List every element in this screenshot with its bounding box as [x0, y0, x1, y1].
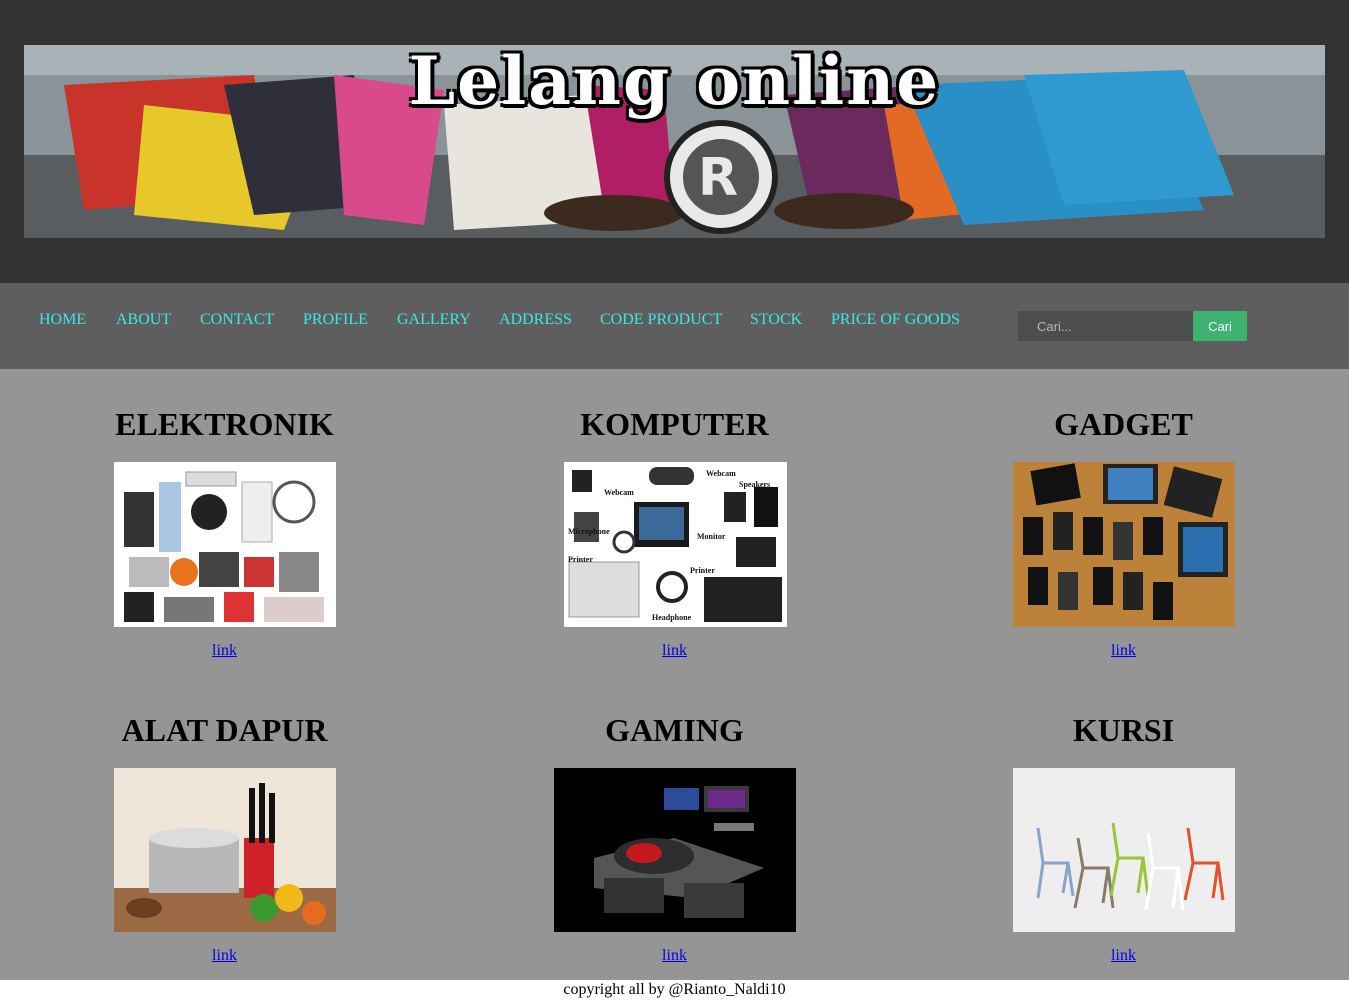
- banner-title: Lelang online: [408, 42, 941, 120]
- nav-profile[interactable]: PROFILE: [303, 311, 368, 329]
- category-link[interactable]: link: [450, 947, 899, 965]
- komputer-image: Webcam Speakers Webcam Microphone Monitor Pri…: [563, 462, 787, 627]
- category-title: GAMING: [605, 712, 744, 748]
- category-link[interactable]: link: [0, 947, 449, 965]
- category-title: ALAT DAPUR: [121, 712, 328, 748]
- category-title: KURSI: [1072, 712, 1175, 748]
- category-title: ELEKTRONIK: [115, 406, 334, 442]
- registered-mark: R: [697, 148, 739, 208]
- search-button[interactable]: Cari: [1193, 311, 1247, 341]
- gadget-image: [1012, 462, 1235, 627]
- elektronik-image: [113, 462, 336, 627]
- category-gadget: GADGET link: [899, 406, 1348, 659]
- kursi-image: [1012, 768, 1235, 932]
- copyright-text: copyright all by @Rianto_Naldi10: [563, 981, 786, 998]
- main-content: ELEKTRONIK link KOMPUTER Webcam Speakers…: [0, 369, 1349, 980]
- category-gaming: GAMING link: [450, 712, 899, 964]
- search-input[interactable]: [1018, 311, 1193, 341]
- komputer-label: Monitor: [697, 532, 726, 541]
- category-kursi: KURSI link: [899, 712, 1348, 964]
- komputer-label: Webcam: [706, 469, 736, 478]
- footer: copyright all by @Rianto_Naldi10: [0, 980, 1349, 998]
- nav-about[interactable]: ABOUT: [116, 311, 171, 329]
- nav-code-product[interactable]: CODE PRODUCT: [600, 311, 722, 329]
- komputer-label: Printer: [568, 555, 593, 564]
- alat-dapur-image: [113, 768, 336, 932]
- nav-home[interactable]: HOME: [39, 311, 86, 329]
- category-alat-dapur: ALAT DAPUR link: [0, 712, 449, 964]
- nav-price-of-goods[interactable]: PRICE OF GOODS: [831, 311, 960, 329]
- nav-stock[interactable]: STOCK: [750, 311, 802, 329]
- komputer-label: Microphone: [568, 527, 610, 536]
- category-link[interactable]: link: [899, 642, 1348, 660]
- nav-gallery[interactable]: GALLERY: [397, 311, 471, 329]
- komputer-label: Printer: [690, 566, 715, 575]
- nav-address[interactable]: ADDRESS: [499, 311, 572, 329]
- gaming-image: [553, 768, 796, 932]
- category-link[interactable]: link: [450, 642, 899, 660]
- nav-contact[interactable]: CONTACT: [200, 311, 274, 329]
- category-title: GADGET: [1054, 406, 1193, 442]
- category-link[interactable]: link: [0, 642, 449, 660]
- category-link[interactable]: link: [899, 947, 1348, 965]
- komputer-label: Headphone: [652, 613, 692, 622]
- category-title: KOMPUTER: [580, 406, 769, 442]
- komputer-label: Webcam: [604, 488, 634, 497]
- komputer-label: Speakers: [739, 480, 770, 489]
- category-elektronik: ELEKTRONIK link: [0, 406, 449, 659]
- category-komputer: KOMPUTER Webcam Speakers Webcam Microphone M…: [450, 406, 899, 659]
